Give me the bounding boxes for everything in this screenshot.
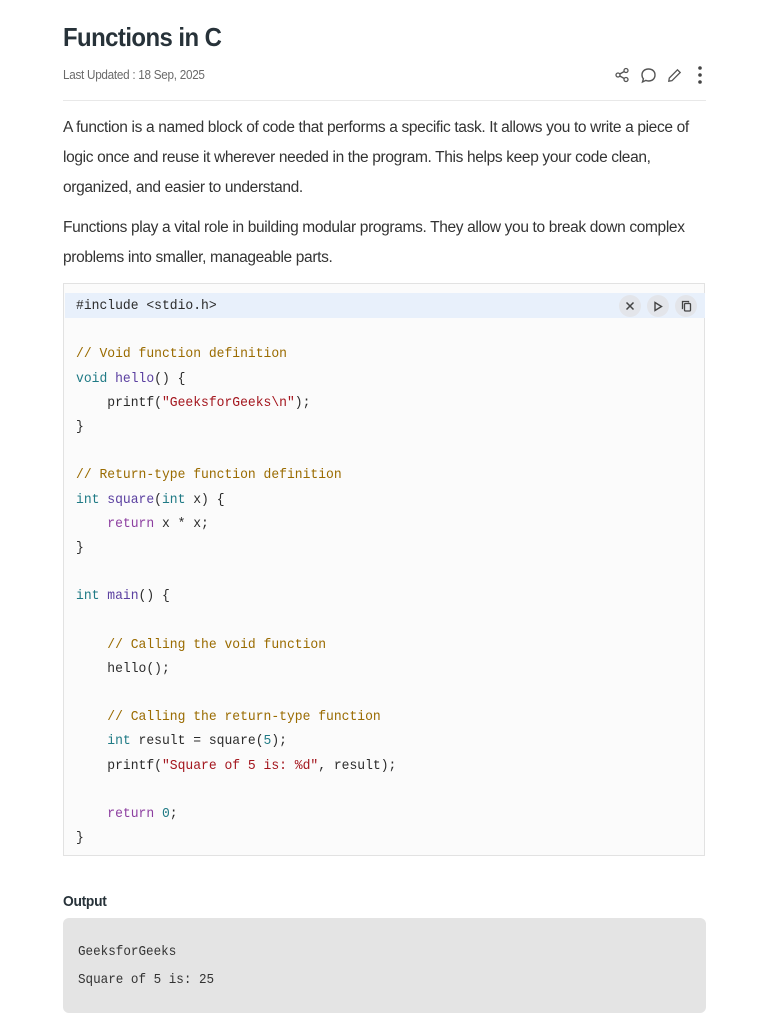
code-line: int square(int x) { — [76, 488, 396, 512]
code-token: } — [76, 539, 84, 556]
code-token: hello(); — [76, 660, 170, 677]
code-token: ); — [294, 394, 311, 411]
code-token: #include <stdio.h> — [76, 298, 217, 314]
code-token: } — [76, 418, 84, 435]
output-line: Square of 5 is: 25 — [78, 972, 215, 988]
title-divider — [63, 100, 706, 101]
copy-icon[interactable] — [675, 295, 697, 317]
code-token: // Calling the void function — [107, 636, 327, 653]
code-token: // Void function definition — [76, 346, 287, 363]
code-token: // Calling the return-type function — [107, 709, 381, 726]
output-content: GeeksforGeeks Square of 5 is: 25 — [78, 938, 214, 994]
code-token: () { — [138, 588, 170, 605]
code-line: return 0; — [76, 802, 396, 826]
code-token: 0 — [161, 805, 170, 822]
code-token: printf( — [76, 394, 162, 411]
more-options-icon[interactable] — [690, 64, 710, 86]
article-page: Functions in C Last Updated : 18 Sep, 20… — [0, 0, 768, 1024]
article-actions — [612, 62, 710, 88]
run-icon[interactable] — [647, 295, 669, 317]
code-token: x) { — [185, 491, 225, 508]
code-token: main — [107, 588, 139, 605]
code-content[interactable]: #include <stdio.h> // Void function defin… — [76, 294, 396, 850]
code-token: hello — [115, 370, 155, 387]
code-token: result = square( — [130, 733, 264, 750]
code-token: int — [107, 733, 131, 750]
code-line: int main() { — [76, 584, 396, 608]
code-token: ; — [169, 805, 178, 822]
code-line: printf("GeeksforGeeks\n"); — [76, 391, 396, 415]
code-token: x * x; — [154, 515, 209, 532]
code-line: printf("Square of 5 is: %d", result); — [76, 754, 396, 778]
code-token: int — [76, 588, 100, 605]
code-token: square — [107, 491, 155, 508]
code-block: #include <stdio.h> // Void function defin… — [63, 283, 705, 856]
code-line: // Return-type function definition — [76, 463, 396, 487]
code-token: ); — [271, 733, 287, 750]
second-paragraph: Functions play a vital role in building … — [63, 219, 685, 266]
share-icon[interactable] — [612, 64, 632, 86]
code-token: return — [107, 805, 155, 822]
code-token: return — [107, 515, 155, 532]
code-line: hello(); — [76, 657, 396, 681]
code-line: int result = square(5); — [76, 729, 396, 753]
code-toolbar — [619, 295, 697, 317]
code-line: } — [76, 415, 396, 439]
intro-paragraph: A function is a named block of code that… — [63, 119, 689, 196]
code-token: printf( — [76, 757, 162, 774]
code-line: // Calling the void function — [76, 633, 396, 657]
code-token: , result); — [318, 757, 397, 774]
edit-icon[interactable] — [664, 64, 684, 86]
close-icon[interactable] — [619, 295, 641, 317]
code-token: void — [76, 370, 108, 387]
code-token: // Return-type function definition — [76, 467, 342, 484]
code-token: int — [161, 491, 186, 508]
comment-icon[interactable] — [638, 64, 658, 86]
code-token: 5 — [263, 733, 272, 750]
code-token: "GeeksforGeeks\n" — [161, 394, 295, 411]
output-line: GeeksforGeeks — [78, 944, 177, 960]
code-token: "Square of 5 is: %d" — [161, 757, 319, 774]
output-label: Output — [63, 893, 107, 910]
code-line: // Void function definition — [76, 342, 396, 366]
last-updated: Last Updated : 18 Sep, 2025 — [63, 67, 205, 82]
code-token: int — [76, 491, 100, 508]
output-block: GeeksforGeeks Square of 5 is: 25 — [63, 918, 706, 1013]
code-line: #include <stdio.h> — [76, 294, 396, 318]
code-line: } — [76, 536, 396, 560]
code-token: () { — [154, 370, 186, 387]
code-line: } — [76, 826, 396, 850]
code-line: // Calling the return-type function — [76, 705, 396, 729]
page-title: Functions in C — [63, 22, 222, 52]
code-token: } — [76, 830, 84, 847]
code-line: return x * x; — [76, 512, 396, 536]
code-line: void hello() { — [76, 367, 396, 391]
